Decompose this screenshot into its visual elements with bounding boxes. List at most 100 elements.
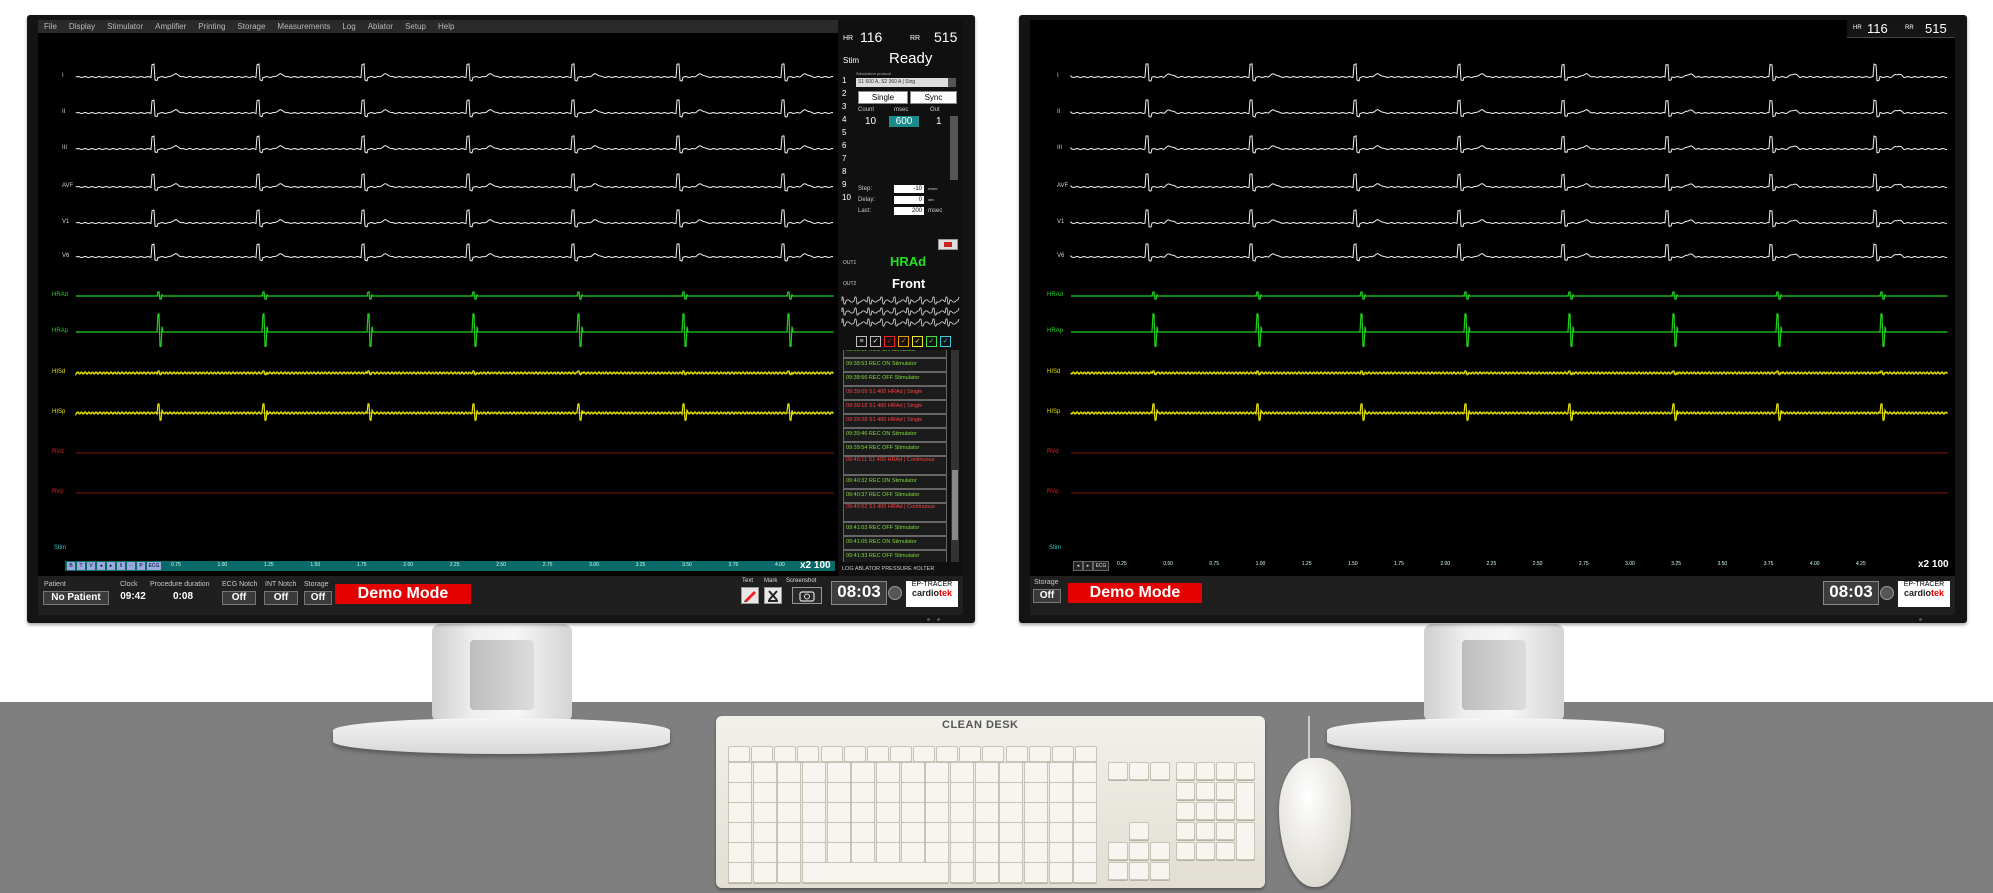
right-zoom-readout[interactable]: x2 100 — [1918, 559, 1949, 570]
ic-trace-hisd — [1070, 370, 1948, 376]
channel-label-rvp: RVp — [52, 489, 64, 495]
log-scrollbar[interactable] — [951, 350, 959, 562]
log-filter-yellow[interactable]: ✓ — [912, 336, 923, 347]
channel-label-iii: III — [1057, 145, 1063, 151]
count-value[interactable]: 10 — [865, 116, 876, 127]
key — [936, 746, 958, 762]
clock-caption: Clock — [120, 581, 138, 588]
key — [1236, 762, 1255, 780]
timebar-button-4[interactable]: ▸ — [107, 562, 115, 570]
left-timebar[interactable]: B T V ◂ ▸ ‖ ⋯ P ECG 0.75 1.00 1.25 1.50 1.75 2.00 2.25 2… — [65, 561, 835, 571]
log-entry[interactable]: 09:39:46 REC ON Stimulator — [843, 428, 947, 442]
log-entry[interactable]: 09:39:18 S1 400 HRAd | Single — [843, 400, 947, 414]
key — [728, 746, 750, 762]
log-entry[interactable]: 09:38:11 REC ON Stimulator — [843, 350, 947, 358]
channel-label-hisd: HISd — [1047, 369, 1061, 375]
ecg-trace-v6 — [75, 243, 834, 262]
right-timebar[interactable]: ◂ ▸ ECG 0.25 0.50 0.75 1.00 1.25 1.50 1.75 2.00 2.2… — [1071, 560, 1916, 571]
ecg-notch-toggle[interactable]: Off — [222, 591, 256, 605]
step-unit: msec — [928, 186, 938, 191]
panel-tabs[interactable]: LOG ABLATOR PRESSURE #OLTER — [842, 566, 934, 572]
log-filter-cyan[interactable]: ✓ — [940, 336, 951, 347]
protocol-select[interactable]: S1 600 A, S2 360 A | Sing — [856, 78, 948, 87]
key — [777, 862, 801, 883]
log-filter-orange[interactable]: ✓ — [898, 336, 909, 347]
key — [950, 862, 974, 883]
sync-button[interactable]: Sync — [910, 91, 957, 104]
ic-trace-hrap — [1071, 313, 1947, 347]
key — [1073, 782, 1097, 803]
mark-tool-button[interactable] — [764, 587, 782, 604]
time-knob-icon[interactable] — [888, 586, 902, 600]
key — [1216, 782, 1235, 800]
time-tick-label: 3.25 — [1671, 561, 1681, 567]
log-entry[interactable]: 09:39:28 S1 400 HRAd | Single — [843, 414, 947, 428]
screenshot-button[interactable] — [792, 587, 822, 604]
log-entry[interactable]: 09:38:53 REC ON Stimulator — [843, 358, 947, 372]
storage-toggle[interactable]: Off — [304, 591, 332, 605]
log-filter-green[interactable]: ✓ — [926, 336, 937, 347]
single-button[interactable]: Single — [858, 91, 908, 104]
out-value[interactable]: 1 — [936, 116, 942, 127]
timebar-button-2[interactable]: ECG — [1093, 561, 1109, 571]
flag-toggle-button[interactable] — [938, 239, 958, 250]
ecg-trace-v6 — [1070, 243, 1948, 262]
key — [1049, 822, 1073, 843]
ic-trace-hisd — [75, 370, 834, 377]
log-filter-red[interactable]: ✓ — [884, 336, 895, 347]
log-entry[interactable]: 09:41:33 REC OFF Stimulator — [843, 550, 947, 562]
right-time-knob-icon[interactable] — [1880, 586, 1894, 600]
timebar-button-7[interactable]: P — [137, 562, 145, 570]
int-notch-toggle[interactable]: Off — [264, 591, 298, 605]
zoom-value: 100 — [813, 560, 831, 571]
timebar-button-1[interactable]: T — [77, 562, 85, 570]
event-log-list[interactable]: 09:38:11 REC ON Stimulator 09:38:53 REC O… — [843, 350, 947, 562]
timebar-button-3[interactable]: ◂ — [97, 562, 105, 570]
timebar-button-8[interactable]: ECG — [147, 562, 161, 570]
timebar-button-0[interactable]: ◂ — [1073, 561, 1083, 571]
out1-value[interactable]: HRAd — [890, 254, 926, 269]
ic-trace-hisp — [75, 403, 834, 421]
row-scroll-arrows[interactable] — [950, 116, 958, 180]
log-entry[interactable]: 09:38:56 REC OFF Stimulator — [843, 372, 947, 386]
key — [1196, 782, 1215, 800]
patient-value[interactable]: No Patient — [43, 591, 109, 605]
timebar-button-5[interactable]: ‖ — [117, 562, 125, 570]
key — [1006, 746, 1028, 762]
out-caption: Out — [930, 107, 940, 113]
channel-label-iii: III — [62, 145, 68, 151]
key — [777, 842, 801, 863]
out2-value[interactable]: Front — [892, 276, 925, 291]
text-tool-button[interactable] — [741, 587, 759, 604]
timebar-button-2[interactable]: V — [87, 562, 95, 570]
last-input[interactable]: 200 — [894, 207, 924, 215]
timebar-button-6[interactable]: ⋯ — [127, 562, 135, 570]
log-entry[interactable]: 09:41:05 REC ON Stimulator — [843, 536, 947, 550]
log-entry[interactable]: 09:39:09 S1 400 HRAd | Single — [843, 386, 947, 400]
key — [802, 802, 826, 823]
step-input[interactable]: -10 — [894, 185, 924, 193]
log-entry[interactable]: 09:41:03 REC OFF Stimulator — [843, 522, 947, 536]
timebar-button-0[interactable]: B — [67, 562, 75, 570]
timebar-button-1[interactable]: ▸ — [1083, 561, 1093, 571]
left-zoom-readout[interactable]: x2 100 — [800, 560, 831, 571]
right-monitor: HR 116 RR 515 I II III AVF V1 V6 HRAd HRAp HISd H… — [1019, 15, 1967, 623]
right-storage-toggle[interactable]: Off — [1033, 589, 1061, 603]
key — [1236, 782, 1255, 820]
log-entry[interactable]: 09:40:11 S1 400 HRAd | Continuous — [843, 456, 947, 475]
interval-value[interactable]: 600 — [889, 116, 919, 127]
log-entry[interactable]: 09:40:37 REC OFF Stimulator — [843, 489, 947, 503]
log-entry[interactable]: 09:39:54 REC OFF Stimulator — [843, 442, 947, 456]
log-entry[interactable]: 09:40:32 REC ON Stimulator — [843, 475, 947, 489]
key — [1049, 842, 1073, 863]
delay-input[interactable]: 0 — [894, 196, 924, 204]
protocol-dropdown-arrow[interactable] — [948, 78, 956, 87]
time-tick-label: 1.25 — [1301, 561, 1312, 567]
log-filter-white[interactable]: ✓ — [870, 336, 881, 347]
time-display: 08:03 — [831, 581, 887, 605]
keyboard-brand: CLEAN DESK — [942, 719, 1019, 731]
log-menu-icon[interactable]: ≡ — [856, 336, 867, 347]
key — [1073, 822, 1097, 843]
log-entry[interactable]: 09:40:52 S1 400 HRAd | Continuous — [843, 503, 947, 522]
right-stand-slot — [1462, 640, 1526, 710]
